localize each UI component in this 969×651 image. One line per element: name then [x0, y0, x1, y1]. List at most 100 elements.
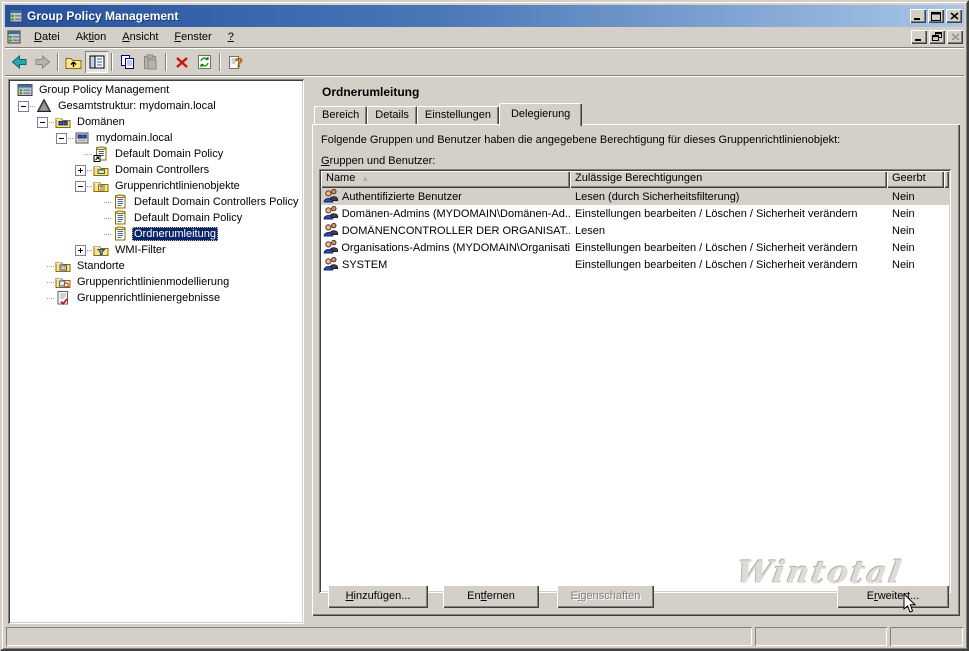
group-policy-management-window: Group Policy Management Datei Aktion Ansic…	[0, 0, 969, 651]
tree-item-domain-controllers[interactable]: Domain Controllers	[11, 162, 304, 178]
child-close-button[interactable]	[947, 30, 963, 44]
forest-icon	[36, 98, 52, 114]
collapse-icon[interactable]	[18, 101, 29, 112]
list-header: Name ▲ Zulässige Berechtigungen Geerbt	[321, 171, 949, 188]
gpo-icon	[112, 210, 128, 226]
collapse-icon[interactable]	[56, 133, 67, 144]
console-tree: Group Policy Management Gesamtstruktur: …	[8, 79, 304, 624]
list-label: Gruppen und Benutzer:	[321, 155, 436, 167]
paste-icon[interactable]	[139, 51, 162, 73]
tab-delegierung[interactable]: Delegierung	[498, 103, 583, 126]
remove-button[interactable]: Entfernen	[443, 585, 539, 608]
toolbar-separator	[219, 53, 221, 71]
advanced-button[interactable]: Erweitert...	[837, 585, 949, 608]
collapse-icon[interactable]	[75, 181, 86, 192]
toolbar: ?	[5, 49, 964, 75]
page-title: Ordnerumleitung	[322, 85, 420, 99]
column-header-name[interactable]: Name ▲	[321, 171, 570, 188]
domain-icon	[74, 130, 90, 146]
modeling-icon	[55, 274, 71, 290]
tree-item-dom-nen[interactable]: Domänen	[11, 114, 304, 130]
menu-fenster[interactable]: Fenster	[166, 29, 219, 46]
add-button[interactable]: Hinzufügen...	[328, 585, 428, 608]
gpmc-child-icon	[6, 29, 22, 45]
table-row-organisations-admins-mydomain-[interactable]: Organisations-Admins (MYDOMAIN\Organisat…	[321, 239, 949, 256]
menu-aktion[interactable]: Aktion	[68, 29, 115, 46]
column-header-filler	[944, 171, 949, 188]
details-pane: Ordnerumleitung Bereich Details Einstellun…	[312, 79, 962, 624]
close-button[interactable]	[946, 9, 962, 23]
tree-item-default-domain-controllers-policy[interactable]: Default Domain Controllers Policy	[11, 194, 304, 210]
show-console-tree-icon[interactable]	[85, 51, 108, 73]
tree-item-gruppenrichtlinienergebnisse[interactable]: Gruppenrichtlinienergebnisse	[11, 290, 304, 306]
copy-icon[interactable]	[116, 51, 139, 73]
forward-icon[interactable]	[31, 51, 54, 73]
wmi-folder-icon	[93, 242, 109, 258]
pane-splitter[interactable]	[304, 79, 312, 624]
permissions-list[interactable]: Name ▲ Zulässige Berechtigungen Geerbt Au…	[319, 169, 951, 593]
gpo-folder-icon	[93, 178, 109, 194]
group-icon	[323, 255, 339, 274]
gpmc-root-icon	[17, 82, 33, 98]
menu-ansicht[interactable]: Ansicht	[114, 29, 166, 46]
column-header-inherited[interactable]: Geerbt	[887, 171, 944, 188]
tab-bereich[interactable]: Bereich	[314, 106, 368, 124]
window-title: Group Policy Management	[27, 9, 179, 23]
menu-bar: Datei Aktion Ansicht Fenster?	[5, 27, 964, 47]
status-panel-main	[6, 627, 752, 646]
svg-text:?: ?	[235, 55, 243, 70]
collapse-icon[interactable]	[37, 117, 48, 128]
tab-strip: Bereich Details Einstellungen Delegierung	[312, 103, 962, 126]
delegation-tab-page: Folgende Gruppen und Benutzer haben die …	[312, 124, 960, 616]
gpmc-app-icon	[8, 8, 24, 24]
title-bar[interactable]: Group Policy Management	[5, 5, 964, 27]
tree-item-default-domain-policy[interactable]: Default Domain Policy	[11, 146, 304, 162]
delete-icon[interactable]	[170, 51, 193, 73]
tree-item-group-policy-management[interactable]: Group Policy Management	[11, 82, 304, 98]
menu-hilfe[interactable]: ?	[220, 29, 242, 46]
child-minimize-button[interactable]	[911, 30, 927, 44]
table-row-authentifizierte-benutzer[interactable]: Authentifizierte Benutzer Lesen (durch S…	[321, 188, 949, 205]
description-text: Folgende Gruppen und Benutzer haben die …	[321, 134, 841, 146]
menu-datei[interactable]: Datei	[26, 29, 68, 46]
table-row-dom-nencontroller-der-organisa[interactable]: DOMÄNENCONTROLLER DER ORGANISAT... Lesen…	[321, 222, 949, 239]
table-row-dom-nen-admins-mydomain-dom-ne[interactable]: Domänen-Admins (MYDOMAIN\Domänen-Ad... E…	[321, 205, 949, 222]
status-panel-2	[755, 627, 887, 646]
list-rows: Authentifizierte Benutzer Lesen (durch S…	[321, 188, 949, 273]
properties-button: Eigenschaften	[557, 585, 654, 608]
tree-item-standorte[interactable]: Standorte	[11, 258, 304, 274]
tree-item-wmi-filter[interactable]: WMI-Filter	[11, 242, 304, 258]
status-bar	[5, 626, 964, 646]
gpo-link-icon	[93, 146, 109, 162]
gpo-icon	[112, 194, 128, 210]
up-one-level-icon[interactable]	[62, 51, 85, 73]
refresh-icon[interactable]	[193, 51, 216, 73]
toolbar-separator	[111, 53, 113, 71]
back-icon[interactable]	[8, 51, 31, 73]
column-header-permissions[interactable]: Zulässige Berechtigungen	[570, 171, 887, 188]
ou-folder-icon	[93, 162, 109, 178]
table-row-system[interactable]: SYSTEM Einstellungen bearbeiten / Lösche…	[321, 256, 949, 273]
child-restore-button[interactable]	[929, 30, 945, 44]
tree-item-gesamtstruktur-mydomain-local[interactable]: Gesamtstruktur: mydomain.local	[11, 98, 304, 114]
minimize-button[interactable]	[910, 9, 926, 23]
toolbar-separator	[165, 53, 167, 71]
results-icon	[55, 290, 71, 306]
tab-details[interactable]: Details	[367, 106, 417, 124]
status-panel-3	[890, 627, 963, 646]
domains-folder-icon	[55, 114, 71, 130]
expand-icon[interactable]	[75, 245, 86, 256]
tree-item-ordnerumleitung[interactable]: Ordnerumleitung	[11, 226, 304, 242]
tree-item-gruppenrichtlinienobjekte[interactable]: Gruppenrichtlinienobjekte	[11, 178, 304, 194]
gpo-icon	[112, 226, 128, 242]
expand-icon[interactable]	[75, 165, 86, 176]
tree-item-mydomain-local[interactable]: mydomain.local	[11, 130, 304, 146]
tree-item-gruppenrichtlinienmodellierung[interactable]: Gruppenrichtlinienmodellierung	[11, 274, 304, 290]
maximize-button[interactable]	[928, 9, 944, 23]
help-icon[interactable]: ?	[224, 51, 247, 73]
sites-folder-icon	[55, 258, 71, 274]
sort-ascending-icon: ▲	[361, 174, 370, 183]
toolbar-separator	[57, 53, 59, 71]
tab-einstellungen[interactable]: Einstellungen	[416, 106, 499, 124]
tree-item-default-domain-policy[interactable]: Default Domain Policy	[11, 210, 304, 226]
